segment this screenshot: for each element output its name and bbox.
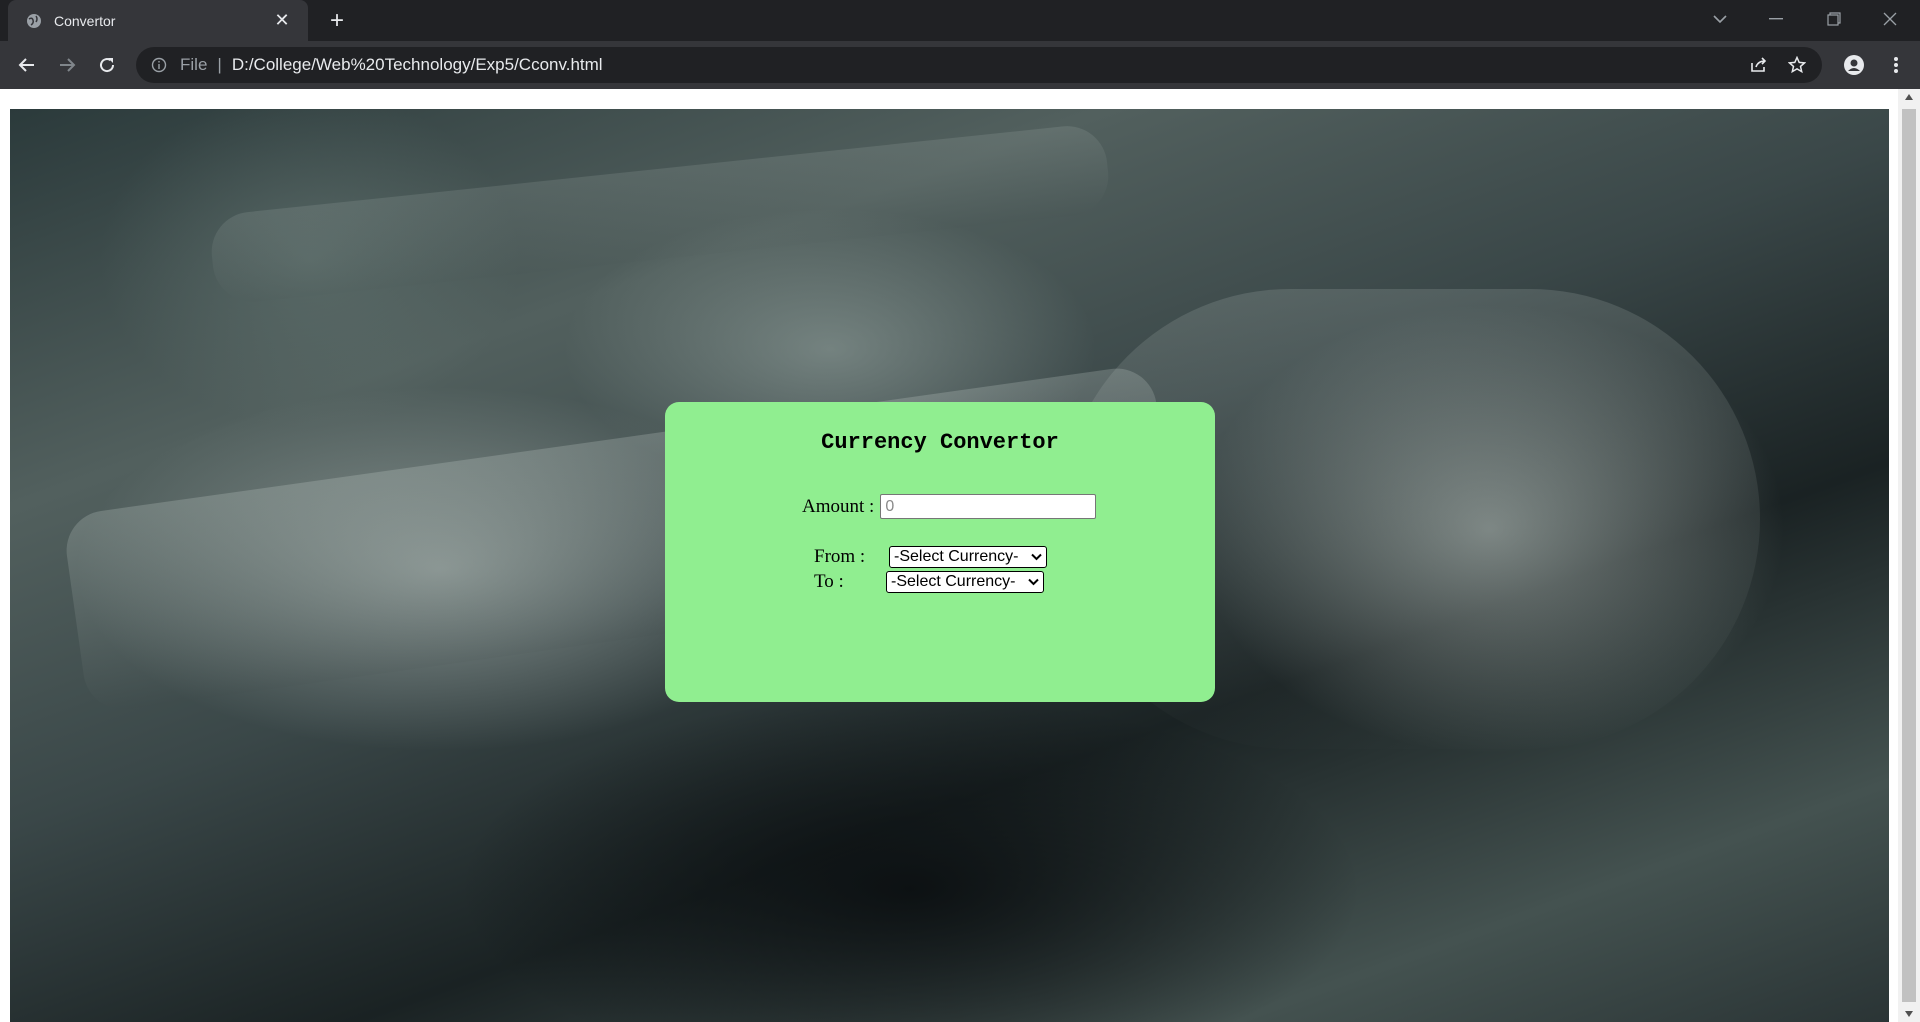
amount-label: Amount : bbox=[802, 495, 875, 517]
from-currency-value: -Select Currency- bbox=[894, 548, 1019, 565]
chevron-down-icon bbox=[1031, 548, 1042, 566]
menu-kebab-icon[interactable] bbox=[1880, 49, 1912, 81]
reload-icon[interactable] bbox=[91, 49, 123, 81]
restore-icon[interactable] bbox=[1806, 0, 1862, 38]
scheme-label: File bbox=[180, 55, 208, 74]
converter-card: Currency Convertor Amount : From : -Sele… bbox=[665, 402, 1215, 702]
tab-strip: Convertor ✕ + bbox=[0, 0, 1920, 41]
address-bar[interactable]: File | D:/College/Web%20Technology/Exp5/… bbox=[136, 47, 1822, 83]
info-icon[interactable] bbox=[150, 56, 168, 74]
to-currency-value: -Select Currency- bbox=[891, 573, 1016, 590]
amount-input[interactable] bbox=[880, 494, 1097, 519]
scrollbar-thumb[interactable] bbox=[1902, 109, 1916, 1002]
forward-arrow-icon[interactable] bbox=[51, 49, 83, 81]
new-tab-icon[interactable]: + bbox=[324, 7, 350, 34]
scroll-down-arrow-icon[interactable] bbox=[1898, 1006, 1920, 1022]
share-icon[interactable] bbox=[1744, 47, 1774, 83]
tab-title: Convertor bbox=[54, 12, 116, 29]
close-tab-icon[interactable]: ✕ bbox=[270, 9, 294, 33]
from-label: From : bbox=[814, 546, 866, 567]
address-separator: | bbox=[217, 55, 222, 74]
from-row: From : -Select Currency- bbox=[814, 546, 1047, 568]
amount-row: Amount : bbox=[802, 494, 1097, 519]
browser-toolbar: File | D:/College/Web%20Technology/Exp5/… bbox=[0, 41, 1920, 89]
browser-tab[interactable]: Convertor ✕ bbox=[8, 0, 308, 41]
from-currency-select[interactable]: -Select Currency- bbox=[889, 546, 1047, 568]
to-label: To : bbox=[814, 571, 844, 592]
back-arrow-icon[interactable] bbox=[11, 49, 43, 81]
scroll-up-arrow-icon[interactable] bbox=[1898, 89, 1920, 105]
globe-icon bbox=[26, 13, 42, 29]
to-currency-select[interactable]: -Select Currency- bbox=[886, 571, 1044, 593]
profile-icon[interactable] bbox=[1838, 49, 1870, 81]
page-viewport: Currency Convertor Amount : From : -Sele… bbox=[0, 89, 1920, 1022]
chevron-down-icon bbox=[1028, 573, 1039, 591]
vertical-scrollbar[interactable] bbox=[1898, 89, 1920, 1022]
tab-search-icon[interactable] bbox=[1692, 0, 1748, 38]
converter-heading: Currency Convertor bbox=[821, 430, 1059, 455]
bookmark-star-icon[interactable] bbox=[1782, 47, 1812, 83]
window-close-icon[interactable] bbox=[1862, 0, 1918, 38]
minimize-icon[interactable] bbox=[1748, 0, 1804, 38]
bill-top-highlight bbox=[207, 122, 1113, 306]
url-text[interactable]: D:/College/Web%20Technology/Exp5/Cconv.h… bbox=[232, 55, 603, 75]
to-row: To : -Select Currency- bbox=[814, 571, 1044, 593]
